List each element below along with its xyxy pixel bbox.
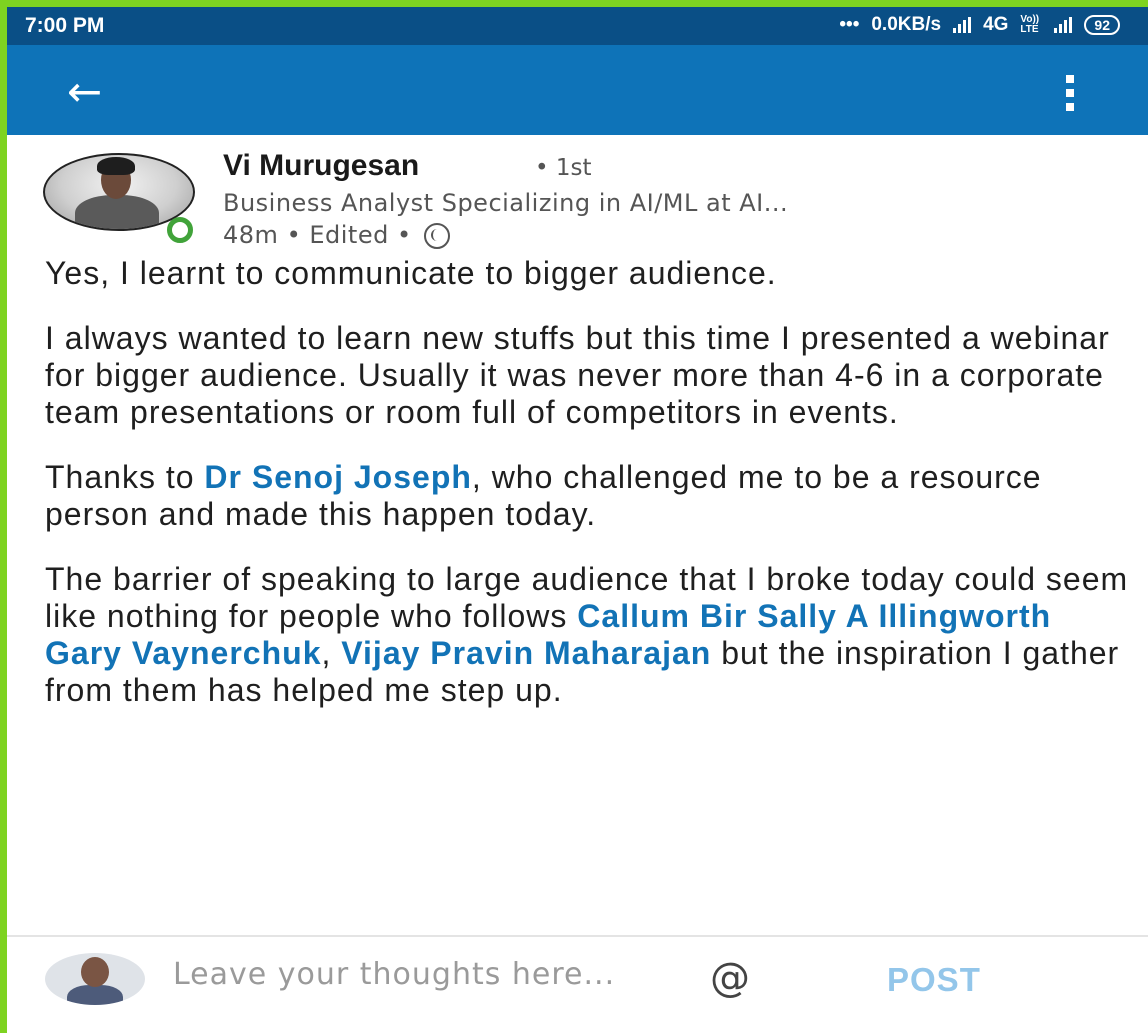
author-name[interactable]: Vi Murugesan xyxy=(223,149,419,183)
paragraph-text: , xyxy=(321,635,342,671)
user-avatar xyxy=(45,953,145,1005)
author-headline: Business Analyst Specializing in AI/ML a… xyxy=(223,189,789,217)
mention-link[interactable]: Vijay Pravin Maharajan xyxy=(341,635,711,671)
status-time: 7:00 PM xyxy=(25,14,105,37)
connection-degree: • 1st xyxy=(535,155,592,181)
status-bar: 7:00 PM ••• 0.0KB/s 4G Vo)) LTE 92 xyxy=(7,7,1148,45)
post-time: 48m xyxy=(223,221,279,249)
comment-input[interactable]: Leave your thoughts here... xyxy=(173,959,643,991)
post-paragraph: Thanks to Dr Senoj Joseph, who challenge… xyxy=(45,459,1135,533)
online-status-icon xyxy=(167,217,193,243)
paragraph-text: Yes, I learnt to communicate to bigger a… xyxy=(45,255,777,291)
network-speed: 0.0KB/s xyxy=(871,14,942,35)
comment-composer: Leave your thoughts here... @ POST xyxy=(7,937,1148,1033)
volte-icon: Vo)) LTE xyxy=(1020,14,1040,35)
edited-label: • Edited • xyxy=(286,221,412,249)
post-meta: 48m • Edited • xyxy=(223,221,450,249)
paragraph-text: Thanks to xyxy=(45,459,205,495)
globe-icon xyxy=(423,223,450,249)
post-button[interactable]: POST xyxy=(887,961,981,999)
battery-icon: 92 xyxy=(1084,15,1120,35)
post-paragraph: The barrier of speaking to large audienc… xyxy=(45,561,1135,709)
app-bar: ← xyxy=(7,45,1148,135)
post-header: Vi Murugesan • 1st Business Analyst Spec… xyxy=(7,145,1148,249)
post-paragraph: I always wanted to learn new stuffs but … xyxy=(45,320,1135,431)
notification-dots: ••• xyxy=(839,14,860,35)
post-paragraph: Yes, I learnt to communicate to bigger a… xyxy=(45,255,1135,292)
signal-icon xyxy=(953,17,972,33)
back-arrow-icon[interactable]: ← xyxy=(67,67,102,116)
more-options-icon[interactable] xyxy=(1066,75,1074,111)
screen: 7:00 PM ••• 0.0KB/s 4G Vo)) LTE 92 ← Vi … xyxy=(7,7,1148,1033)
network-type: 4G xyxy=(983,14,1009,35)
status-indicators: ••• 0.0KB/s 4G Vo)) LTE 92 xyxy=(839,14,1120,36)
mention-link[interactable]: Dr Senoj Joseph xyxy=(204,459,472,495)
signal-icon-2 xyxy=(1054,17,1073,33)
mention-at-icon[interactable]: @ xyxy=(710,955,750,1001)
post-body: Yes, I learnt to communicate to bigger a… xyxy=(45,255,1135,737)
paragraph-text: I always wanted to learn new stuffs but … xyxy=(45,320,1110,430)
